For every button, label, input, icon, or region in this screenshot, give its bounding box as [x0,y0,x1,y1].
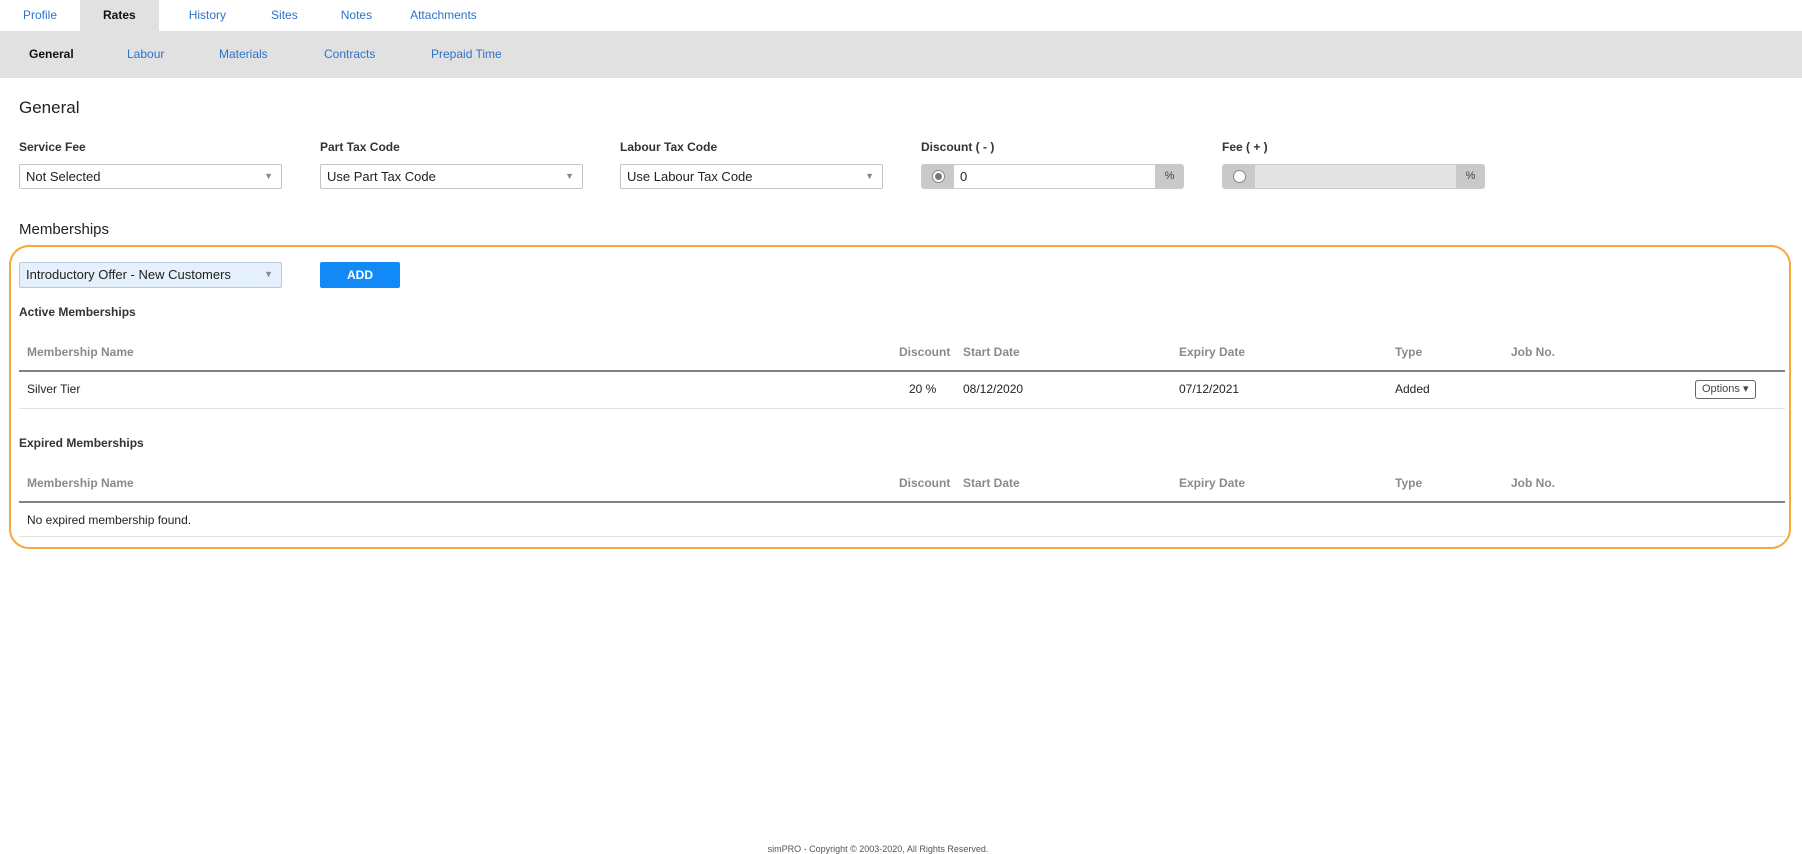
labour-tax-code-select[interactable]: Use Labour Tax Code ▼ [620,164,883,189]
chevron-down-icon: ▼ [865,171,874,181]
discount-radio-cell [921,164,954,189]
fee-radio-cell [1222,164,1255,189]
col-discount: Discount [899,476,951,490]
part-tax-code-value: Use Part Tax Code [327,169,436,184]
expired-memberships-table: Membership Name Discount Start Date Expi… [19,471,1785,541]
service-fee-label: Service Fee [19,140,86,154]
footer-copyright: simPRO - Copyright © 2003-2020, All Righ… [767,844,989,854]
tab-history[interactable]: History [159,0,249,31]
membership-select-value: Introductory Offer - New Customers [26,267,231,282]
discount-label: Discount ( - ) [921,140,995,154]
tab-sites[interactable]: Sites [249,0,321,31]
col-job-no: Job No. [1511,345,1555,359]
part-tax-code-label: Part Tax Code [320,140,400,154]
header-divider [19,370,1785,372]
percent-addon: % [1465,170,1476,182]
col-membership-name: Membership Name [27,476,134,490]
col-start-date: Start Date [963,476,1020,490]
labour-tax-code-value: Use Labour Tax Code [627,169,753,184]
top-tab-bar: Profile Rates History Sites Notes Attach… [0,0,1802,31]
fee-input-group: % [1222,164,1485,189]
discount-input[interactable]: 0 [954,165,1155,188]
fee-label: Fee ( + ) [1222,140,1268,154]
memberships-heading: Memberships [19,221,110,238]
subtab-labour[interactable]: Labour [127,31,164,77]
subtab-materials[interactable]: Materials [219,31,268,77]
membership-select[interactable]: Introductory Offer - New Customers ▼ [19,262,282,288]
empty-message: No expired membership found. [27,513,192,527]
membership-expiry-date: 07/12/2021 [1179,382,1240,396]
discount-radio[interactable] [932,170,945,183]
header-divider [19,501,1785,503]
row-divider [19,536,1785,537]
labour-tax-code-label: Labour Tax Code [620,140,718,154]
membership-start-date: 08/12/2020 [963,382,1024,396]
service-fee-value: Not Selected [26,169,101,184]
fee-radio[interactable] [1233,170,1246,183]
part-tax-code-select[interactable]: Use Part Tax Code ▼ [320,164,583,189]
col-discount: Discount [899,345,951,359]
expired-memberships-heading: Expired Memberships [19,436,144,450]
row-divider [19,408,1785,409]
chevron-down-icon: ▼ [565,171,574,181]
membership-type: Added [1395,382,1430,396]
general-heading: General [19,98,80,117]
options-dropdown-button[interactable]: Options ▾ [1695,380,1756,399]
tab-profile[interactable]: Profile [0,0,80,31]
subtab-contracts[interactable]: Contracts [324,31,375,77]
col-type: Type [1395,345,1423,359]
percent-addon: % [1164,170,1175,182]
col-type: Type [1395,476,1423,490]
fee-input[interactable] [1255,165,1456,188]
col-membership-name: Membership Name [27,345,134,359]
tab-attachments[interactable]: Attachments [395,0,500,31]
active-memberships-table: Membership Name Discount Start Date Expi… [19,340,1785,410]
subtab-general[interactable]: General [29,31,74,77]
col-expiry-date: Expiry Date [1179,345,1246,359]
chevron-down-icon: ▼ [264,171,273,181]
active-memberships-heading: Active Memberships [19,305,136,319]
chevron-down-icon: ▼ [264,269,273,279]
service-fee-select[interactable]: Not Selected ▼ [19,164,282,189]
col-start-date: Start Date [963,345,1020,359]
sub-tab-bar: General Labour Materials Contracts Prepa… [0,31,1802,78]
tab-rates[interactable]: Rates [80,0,159,31]
add-membership-button[interactable]: ADD [320,262,400,288]
membership-name: Silver Tier [27,382,81,396]
subtab-prepaid-time[interactable]: Prepaid Time [431,31,502,77]
col-job-no: Job No. [1511,476,1555,490]
col-expiry-date: Expiry Date [1179,476,1246,490]
discount-input-group: 0 % [921,164,1184,189]
tab-notes[interactable]: Notes [321,0,395,31]
membership-discount: 20 % [909,382,937,396]
